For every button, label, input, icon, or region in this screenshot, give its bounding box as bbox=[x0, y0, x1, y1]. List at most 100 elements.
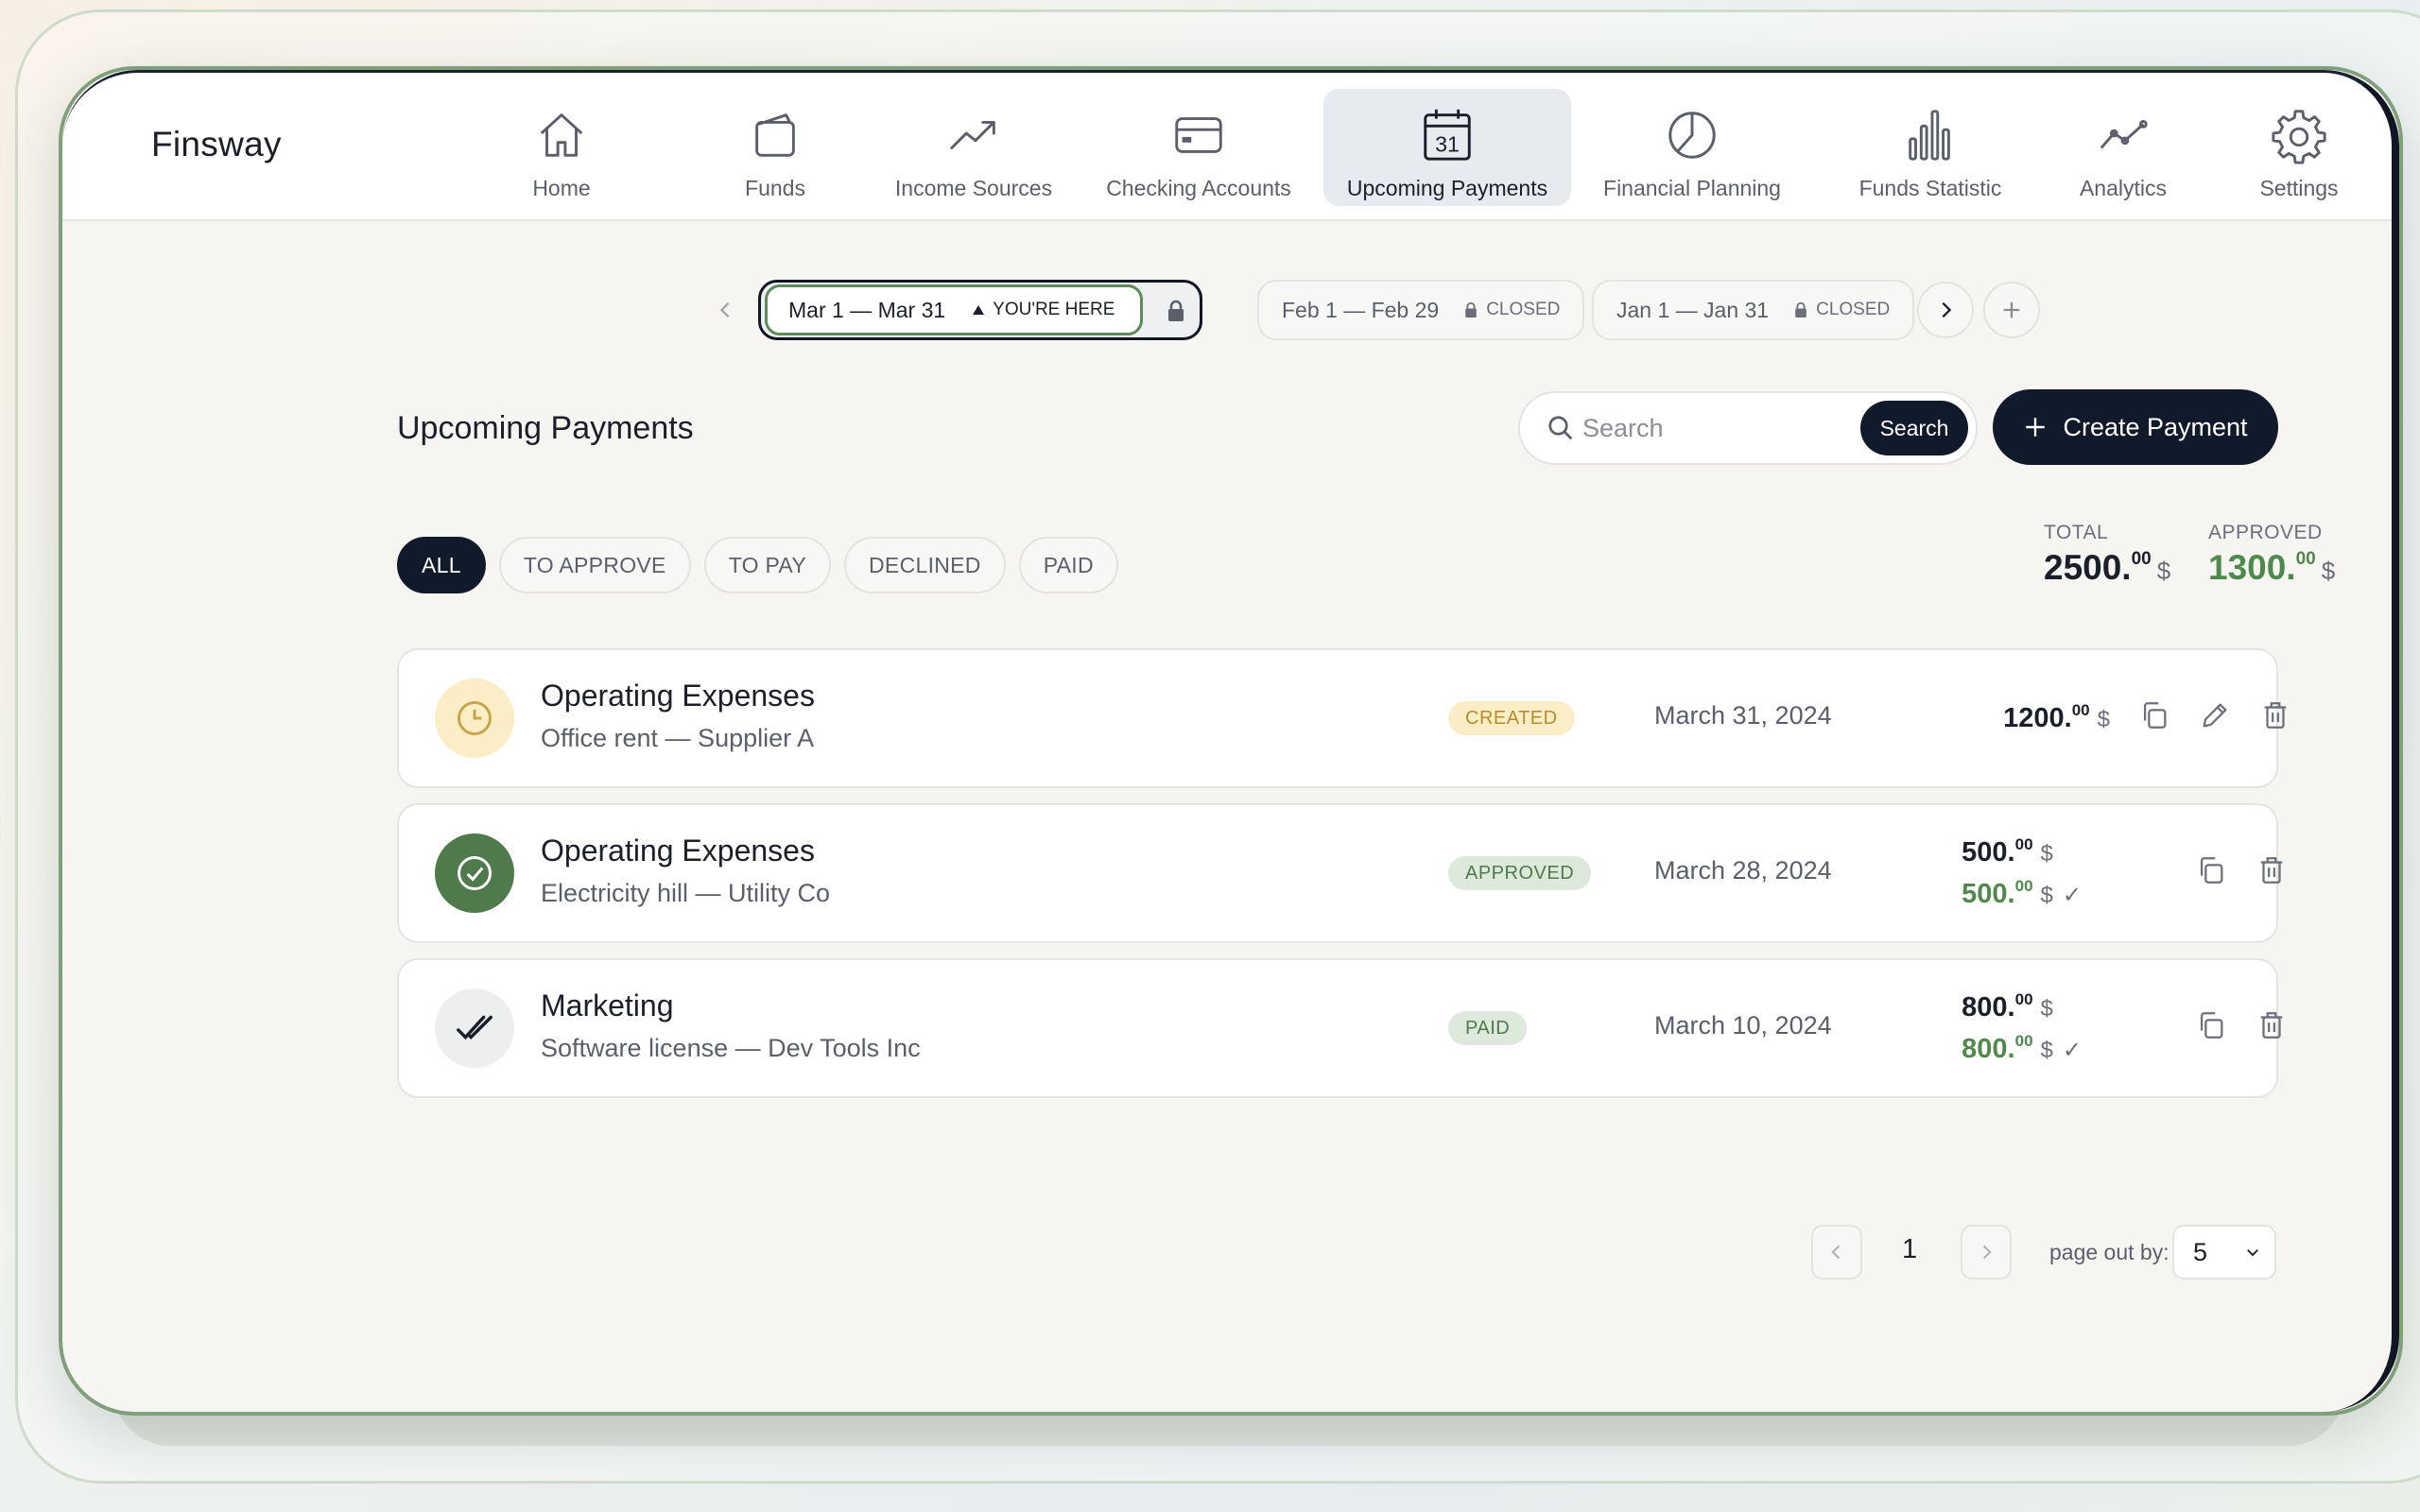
chevron-right-icon bbox=[1982, 1245, 1992, 1260]
search-box: Search bbox=[1518, 391, 1978, 465]
payment-status-icon bbox=[435, 833, 514, 913]
nav-item-funds-statistic[interactable]: Funds Statistic bbox=[1821, 89, 2040, 206]
approved-amount: 800.00 $ ✓ bbox=[1962, 1032, 2082, 1064]
status-filters: ALL TO APPROVE TO PAY DECLINED PAID bbox=[397, 537, 1118, 593]
page-size-select[interactable]: 5 bbox=[2172, 1225, 2276, 1280]
brand-logo[interactable]: Finsway bbox=[151, 125, 282, 164]
nav-label: Upcoming Payments bbox=[1346, 176, 1548, 200]
current-page-number[interactable]: 1 bbox=[1902, 1234, 1917, 1265]
line-chart-icon bbox=[2100, 120, 2148, 149]
page-title: Upcoming Payments bbox=[397, 410, 694, 446]
trash-icon[interactable] bbox=[2256, 1009, 2288, 1041]
closed-status: CLOSED bbox=[1463, 300, 1560, 320]
filter-to-approve[interactable]: TO APPROVE bbox=[498, 537, 691, 593]
nav-label: Financial Planning bbox=[1603, 176, 1781, 200]
payment-amount: 800.00$✓ bbox=[1962, 990, 2053, 1022]
row-actions bbox=[2138, 699, 2291, 731]
filter-all[interactable]: ALL bbox=[397, 537, 486, 593]
nav-label: Settings bbox=[2259, 176, 2339, 200]
nav-item-upcoming-payments[interactable]: 31 Upcoming Payments bbox=[1323, 89, 1571, 206]
pagination-prev-button[interactable] bbox=[1811, 1225, 1862, 1280]
nav-label: Funds Statistic bbox=[1858, 176, 2002, 200]
payment-title: Marketing bbox=[541, 988, 674, 1022]
search-button[interactable]: Search bbox=[1860, 401, 1968, 455]
trend-up-icon bbox=[950, 120, 995, 150]
chevron-down-icon bbox=[2247, 1249, 2258, 1257]
clock-icon bbox=[458, 701, 492, 735]
app-window: Finsway Home Funds Income Sources Checki… bbox=[59, 66, 2403, 1416]
filter-to-pay[interactable]: TO PAY bbox=[703, 537, 832, 593]
nav-item-income-sources[interactable]: Income Sources bbox=[870, 89, 1078, 206]
payment-subtitle: Office rent — Supplier A bbox=[541, 724, 815, 752]
payment-status-icon bbox=[435, 988, 514, 1068]
nav-label: Income Sources bbox=[894, 176, 1053, 200]
period-feb[interactable]: Feb 1 — Feb 29 CLOSED bbox=[1257, 280, 1585, 340]
nav-item-checking-accounts[interactable]: Checking Accounts bbox=[1078, 89, 1320, 206]
approved-label: APPROVED bbox=[2208, 522, 2323, 543]
calendar-icon: 31 bbox=[1424, 109, 1471, 161]
status-badge: APPROVED bbox=[1448, 856, 1592, 890]
pie-chart-icon bbox=[1668, 112, 1716, 159]
plus-icon bbox=[2026, 418, 2046, 437]
nav-item-analytics[interactable]: Analytics bbox=[2046, 89, 2201, 206]
nav-item-settings[interactable]: Settings bbox=[2231, 89, 2367, 206]
filter-paid[interactable]: PAID bbox=[1018, 537, 1118, 593]
status-badge: CREATED bbox=[1448, 701, 1575, 735]
create-payment-button[interactable]: Create Payment bbox=[1993, 389, 2278, 465]
copy-icon[interactable] bbox=[2195, 854, 2227, 886]
home-icon bbox=[540, 113, 583, 157]
approved-value: 1300.00 $ bbox=[2208, 548, 2336, 587]
pagination-next-button[interactable] bbox=[1961, 1225, 2012, 1280]
gear-icon bbox=[2272, 110, 2326, 164]
period-current-label: Mar 1 — Mar 31 bbox=[788, 297, 946, 322]
trash-icon[interactable] bbox=[2256, 854, 2288, 886]
nav-item-funds[interactable]: Funds bbox=[681, 89, 870, 206]
closed-status: CLOSED bbox=[1793, 300, 1890, 320]
search-input[interactable] bbox=[1582, 406, 1847, 450]
double-check-icon bbox=[457, 1015, 493, 1040]
payment-title: Operating Expenses bbox=[541, 679, 815, 713]
card-icon bbox=[1175, 117, 1222, 153]
bar-chart-icon bbox=[1909, 110, 1950, 161]
period-next-button[interactable] bbox=[1917, 282, 1974, 338]
edit-icon[interactable] bbox=[2199, 699, 2231, 731]
youre-here-marker: YOU'RE HERE bbox=[972, 300, 1115, 320]
nav-label: Checking Accounts bbox=[1106, 176, 1291, 200]
checkmark-icon: ✓ bbox=[2062, 883, 2082, 908]
nav-item-home[interactable]: Home bbox=[492, 89, 631, 206]
check-circle-icon bbox=[458, 856, 492, 890]
payment-subtitle: Electricity hill — Utility Co bbox=[541, 879, 831, 907]
total-label: TOTAL bbox=[2044, 522, 2109, 543]
copy-icon[interactable] bbox=[2138, 699, 2170, 731]
wallet-icon bbox=[755, 113, 795, 157]
payment-row[interactable]: Marketing Software license — Dev Tools I… bbox=[397, 958, 2283, 1098]
trash-icon[interactable] bbox=[2259, 699, 2291, 731]
period-jan[interactable]: Jan 1 — Jan 31 CLOSED bbox=[1592, 280, 1915, 340]
row-actions bbox=[2195, 854, 2288, 886]
add-period-button[interactable] bbox=[1983, 282, 2040, 338]
total-value: 2500.00 $ bbox=[2044, 548, 2171, 587]
checkmark-icon: ✓ bbox=[2062, 1038, 2082, 1063]
payment-amount: 500.00$✓ bbox=[1962, 835, 2053, 868]
nav-label: Analytics bbox=[2079, 176, 2168, 200]
payment-amount: 1200.00 $ bbox=[2003, 701, 2110, 733]
nav-item-financial-planning[interactable]: Financial Planning bbox=[1575, 89, 1809, 206]
payment-subtitle: Software license — Dev Tools Inc bbox=[541, 1034, 921, 1062]
total-summary: TOTAL 2500.00 $ bbox=[2044, 522, 2170, 588]
search-icon bbox=[1548, 416, 1573, 440]
period-current-pill: Mar 1 — Mar 31 YOU'RE HERE bbox=[765, 284, 1143, 335]
period-selector: Mar 1 — Mar 31 YOU'RE HERE Feb 1 — Feb 2… bbox=[62, 280, 2399, 340]
approved-summary: APPROVED 1300.00 $ bbox=[2208, 522, 2335, 588]
payment-row[interactable]: Operating Expenses Electricity hill — Ut… bbox=[397, 803, 2283, 943]
chevron-left-icon bbox=[719, 301, 730, 318]
chevron-right-icon bbox=[1942, 301, 1952, 318]
copy-icon[interactable] bbox=[2195, 1009, 2227, 1041]
period-prev-button[interactable] bbox=[698, 282, 754, 338]
nav-label: Home bbox=[532, 176, 591, 200]
payment-row[interactable]: Operating Expenses Office rent — Supplie… bbox=[397, 648, 2287, 788]
svg-text:31: 31 bbox=[1435, 131, 1460, 156]
filter-declined[interactable]: DECLINED bbox=[844, 537, 1006, 593]
lock-icon bbox=[1168, 300, 1184, 321]
period-current[interactable]: Mar 1 — Mar 31 YOU'RE HERE bbox=[758, 280, 1202, 340]
approved-amount: 500.00 $ ✓ bbox=[1962, 877, 2082, 909]
